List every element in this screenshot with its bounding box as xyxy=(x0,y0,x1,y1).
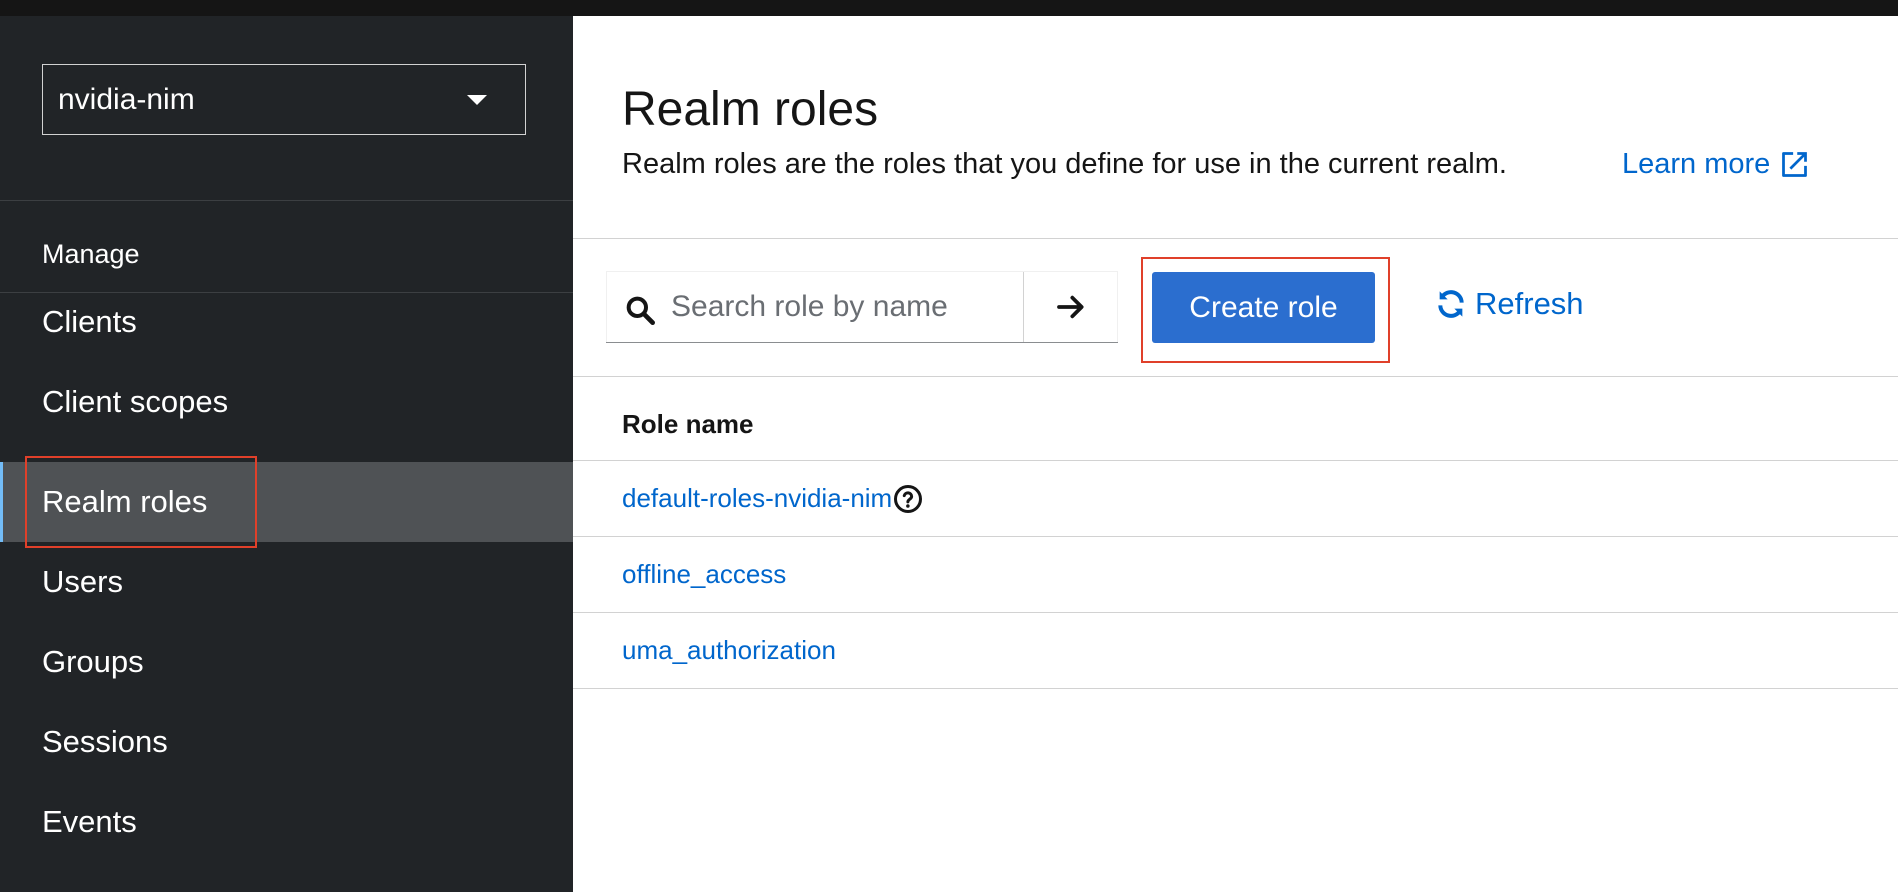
search-icon xyxy=(626,296,655,325)
page-title: Realm roles xyxy=(622,83,879,136)
realm-selector[interactable]: nvidia-nim xyxy=(42,64,526,135)
caret-down-icon xyxy=(467,95,487,105)
sidebar-item-events[interactable]: Events xyxy=(0,782,573,862)
search-input[interactable] xyxy=(671,272,1011,342)
sidebar-item-label: Events xyxy=(42,804,137,839)
search-box xyxy=(606,272,1024,342)
sidebar-item-users[interactable]: Users xyxy=(0,542,573,622)
sidebar-item-client-scopes[interactable]: Client scopes xyxy=(0,362,573,442)
search-group xyxy=(606,271,1118,343)
table-row: uma_authorization xyxy=(573,613,1898,689)
sidebar-item-label: Client scopes xyxy=(42,384,229,419)
sidebar-item-realm-roles[interactable]: Realm roles xyxy=(0,462,573,542)
table-row: default-roles-nvidia-nim xyxy=(573,461,1898,537)
refresh-label: Refresh xyxy=(1475,286,1584,321)
sidebar-divider xyxy=(0,200,573,201)
top-bar xyxy=(0,0,1898,16)
sidebar-item-label: Groups xyxy=(42,644,144,679)
create-role-button[interactable]: Create role xyxy=(1152,272,1375,343)
page-description: Realm roles are the roles that you defin… xyxy=(622,148,1507,180)
learn-more-link[interactable]: Learn more xyxy=(1622,148,1811,181)
search-submit-button[interactable] xyxy=(1024,272,1118,342)
sidebar-item-label: Users xyxy=(42,564,123,599)
main-content: Realm roles Realm roles are the roles th… xyxy=(573,16,1898,892)
role-link[interactable]: default-roles-nvidia-nim xyxy=(622,483,892,514)
sidebar-item-sessions[interactable]: Sessions xyxy=(0,702,573,782)
sidebar-item-label: Sessions xyxy=(42,724,168,759)
question-circle-icon[interactable] xyxy=(893,484,923,514)
sidebar: nvidia-nim Manage Clients Client scopes … xyxy=(0,16,573,892)
role-link[interactable]: uma_authorization xyxy=(622,635,836,666)
learn-more-label: Learn more xyxy=(1622,148,1771,180)
sidebar-section-manage: Manage xyxy=(42,239,140,269)
sidebar-item-label: Realm roles xyxy=(42,484,208,519)
sidebar-item-groups[interactable]: Groups xyxy=(0,622,573,702)
column-header-role-name[interactable]: Role name xyxy=(622,409,754,440)
refresh-button[interactable]: Refresh xyxy=(1435,286,1584,322)
table-row: offline_access xyxy=(573,537,1898,613)
external-link-icon xyxy=(1782,152,1808,177)
sync-icon xyxy=(1438,290,1464,318)
sidebar-item-label: Clients xyxy=(42,304,137,339)
header-divider xyxy=(573,238,1898,239)
arrow-right-icon xyxy=(1056,295,1084,319)
role-link[interactable]: offline_access xyxy=(622,559,786,590)
sidebar-item-clients[interactable]: Clients xyxy=(0,282,573,362)
realm-selector-value: nvidia-nim xyxy=(58,82,195,116)
toolbar-divider xyxy=(573,376,1898,377)
